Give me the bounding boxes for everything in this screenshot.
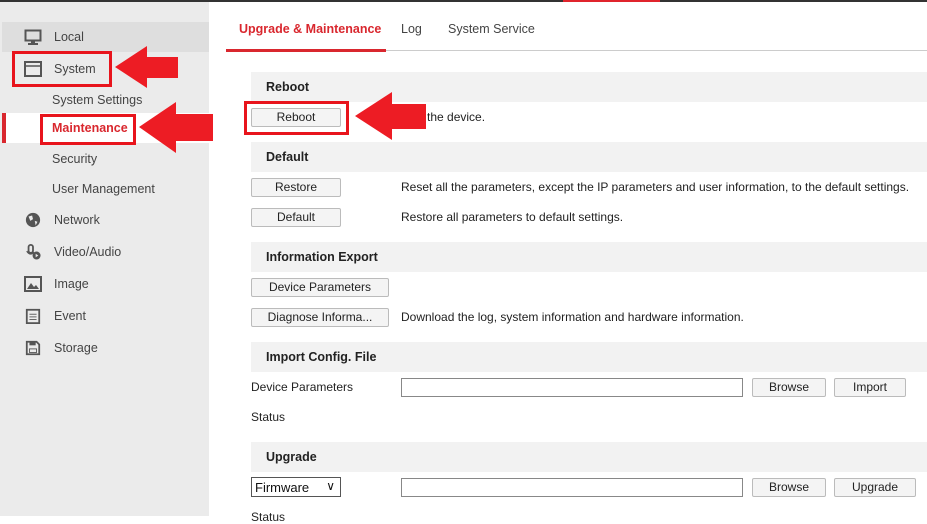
active-tab-underline — [226, 49, 386, 52]
annotation-box-reboot — [244, 101, 349, 135]
section-header-information-export: Information Export — [251, 242, 927, 272]
active-indicator — [2, 113, 6, 143]
annotation-box-system — [12, 51, 112, 87]
import-status-label: Status — [251, 410, 286, 424]
image-icon — [24, 276, 42, 292]
sidebar-item-label: Event — [54, 309, 86, 323]
annotation-arrow-icon — [115, 46, 178, 88]
restore-button[interactable]: Restore — [251, 178, 341, 197]
diagnose-information-button[interactable]: Diagnose Informa... — [251, 308, 389, 327]
default-button[interactable]: Default — [251, 208, 341, 227]
default-description: Restore all parameters to default settin… — [401, 210, 624, 224]
sidebar-item-image[interactable]: Image — [2, 269, 209, 299]
sidebar-item-label: System Settings — [52, 93, 143, 107]
upgrade-button[interactable]: Upgrade — [834, 478, 916, 497]
device-parameters-button[interactable]: Device Parameters — [251, 278, 389, 297]
section-header-default: Default — [251, 142, 927, 172]
top-accent — [563, 0, 660, 2]
sidebar-item-label: Storage — [54, 341, 98, 355]
upgrade-status-label: Status — [251, 510, 286, 524]
sidebar-item-label: Security — [52, 152, 98, 166]
annotation-arrow-icon — [355, 92, 426, 140]
sidebar-item-event[interactable]: Event — [2, 301, 209, 331]
upgrade-file-input[interactable] — [401, 478, 743, 497]
tab-system-service[interactable]: System Service — [448, 22, 535, 36]
globe-icon — [25, 212, 41, 228]
diagnose-description: Download the log, system information and… — [401, 310, 744, 324]
sidebar-item-label: Network — [54, 213, 100, 227]
sidebar-item-label: Video/Audio — [54, 245, 122, 259]
import-button[interactable]: Import — [834, 378, 906, 397]
sidebar-item-label: Image — [54, 277, 89, 291]
microphone-play-icon — [26, 244, 41, 260]
notepad-icon — [25, 308, 41, 324]
sidebar-item-label: User Management — [52, 182, 155, 196]
sidebar-item-network[interactable]: Network — [2, 205, 209, 235]
section-header-reboot: Reboot — [251, 72, 927, 102]
sidebar-item-storage[interactable]: Storage — [2, 333, 209, 363]
upgrade-browse-button[interactable]: Browse — [752, 478, 826, 497]
chevron-down-icon: ∨ — [326, 479, 335, 493]
import-file-input[interactable] — [401, 378, 743, 397]
sidebar-item-user-management[interactable]: User Management — [2, 174, 209, 204]
section-header-upgrade: Upgrade — [251, 442, 927, 472]
monitor-icon — [24, 29, 42, 45]
annotation-arrow-icon — [139, 102, 213, 153]
annotation-box-maintenance — [40, 114, 136, 145]
sidebar-item-label: Local — [54, 30, 84, 44]
sidebar-item-video-audio[interactable]: Video/Audio — [2, 237, 209, 267]
import-label: Device Parameters — [251, 380, 354, 394]
upgrade-type-select[interactable]: Firmware ∨ — [251, 477, 341, 497]
tab-upgrade-maintenance[interactable]: Upgrade & Maintenance — [239, 22, 381, 36]
floppy-disk-icon — [25, 340, 41, 356]
tab-log[interactable]: Log — [401, 22, 422, 36]
restore-description: Reset all the parameters, except the IP … — [401, 180, 910, 194]
import-browse-button[interactable]: Browse — [752, 378, 826, 397]
select-value: Firmware — [255, 480, 310, 495]
section-header-import-config: Import Config. File — [251, 342, 927, 372]
